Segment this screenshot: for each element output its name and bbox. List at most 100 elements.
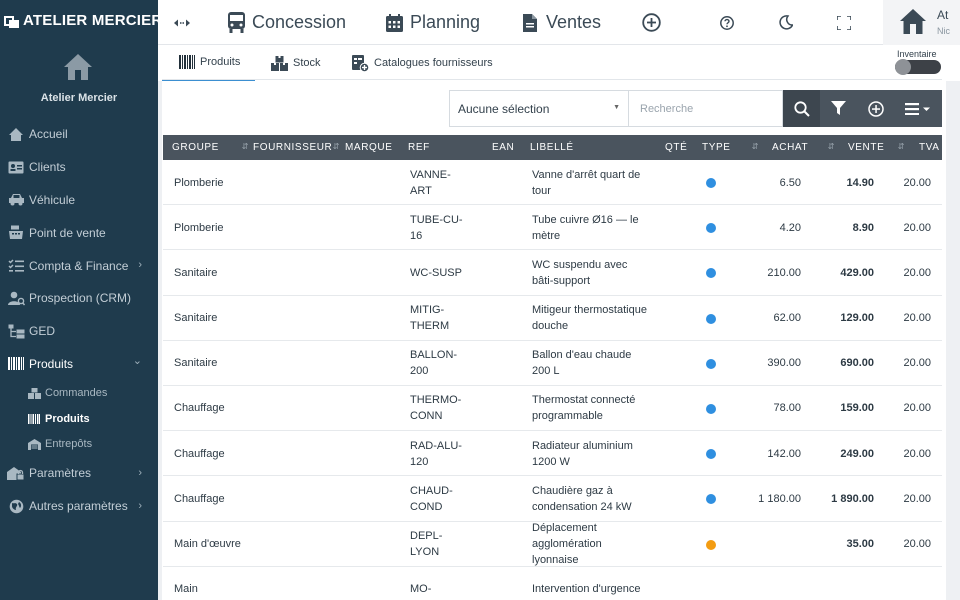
cell-groupe: Chauffage — [174, 447, 225, 460]
cell-tva: 20.00 — [903, 402, 931, 415]
cell-groupe: Plomberie — [174, 221, 224, 234]
inventaire-toggle[interactable] — [895, 59, 941, 75]
boxes-icon — [28, 387, 42, 399]
sidebar-item-point-de-vente[interactable]: Point de vente — [0, 216, 158, 249]
cell-ref: THERMO-CONN — [410, 394, 462, 423]
cash-register-icon — [7, 225, 25, 241]
folder-tree-icon — [7, 323, 25, 339]
col-ean[interactable]: EAN — [492, 135, 528, 160]
tab-catalogues-fournisseurs[interactable]: Catalogues fournisseurs — [352, 45, 493, 81]
brand[interactable]: ATELIER MERCIER — [4, 12, 162, 29]
collapse-sidebar-button[interactable] — [174, 0, 190, 45]
sidebar: ATELIER MERCIER Atelier Mercier Accueil … — [0, 0, 162, 600]
cell-achat: 390.00 — [767, 357, 801, 370]
table-row[interactable]: Plomberie TUBE-CU-16 Tube cuivre Ø16 — le … — [163, 205, 942, 251]
cell-tva: 20.00 — [903, 221, 931, 234]
search-button[interactable] — [783, 90, 820, 127]
sidebar-item-label: GED — [29, 324, 56, 339]
cell-tva: 20.00 — [903, 492, 931, 505]
table-row[interactable]: Sanitaire BALLON-200 Ballon d'eau chaude 2… — [163, 340, 942, 386]
sidebar-item-autres-parametres[interactable]: Autres paramètres › — [0, 490, 158, 523]
sidebar-item-label: Autres paramètres — [29, 499, 128, 514]
table-row[interactable]: Chauffage RAD-ALU-120 Radiateur aluminium … — [163, 431, 942, 477]
sidebar-subitem-produits[interactable]: Produits — [0, 406, 158, 432]
col-groupe[interactable]: GROUPE ⇵ — [172, 135, 252, 160]
cell-vente: 429.00 — [840, 266, 874, 279]
col-label: TYPE — [702, 142, 731, 153]
cell-tva: 20.00 — [903, 266, 931, 279]
settings-lock-icon — [7, 465, 25, 481]
cell-vente — [813, 567, 874, 600]
col-tva[interactable]: TVA — [919, 135, 942, 160]
sidebar-item-vehicule[interactable]: Véhicule — [0, 184, 158, 217]
user-home-icon — [900, 9, 926, 34]
sidebar-item-label: Paramètres — [29, 466, 92, 481]
table-row[interactable]: Plomberie VANNE-ART Vanne d'arrêt quart de… — [163, 160, 942, 206]
type-dot — [706, 178, 716, 188]
selection-dropdown[interactable]: Aucune sélection ▼ — [449, 90, 629, 127]
nav-ventes[interactable]: Ventes — [523, 0, 601, 45]
menu-dropdown-button[interactable] — [894, 90, 942, 127]
col-qte[interactable]: QTÉ — [665, 135, 695, 160]
sidebar-item-clients[interactable]: Clients — [0, 151, 158, 184]
col-type[interactable]: TYPE ⇵ — [702, 135, 762, 160]
type-dot — [706, 358, 716, 369]
table-row[interactable]: Sanitaire MITIG-THERM Mitigeur thermostati… — [163, 295, 942, 341]
sidebar-item-produits[interactable]: Produits ⌄ — [0, 348, 158, 381]
sort-icon: ⇵ — [332, 142, 340, 151]
col-marque[interactable]: MARQUE — [345, 135, 405, 160]
table-row[interactable]: Main MO- Intervention d'urgence — [163, 566, 942, 600]
table-row[interactable]: Sanitaire WC-SUSP WC suspendu avec bâti-su… — [163, 250, 942, 296]
col-vente[interactable]: VENTE ⇵ — [848, 135, 908, 160]
table-row[interactable]: Main d'œuvre DEPL-LYON Déplacement agglomé… — [163, 521, 942, 567]
bus-icon — [228, 12, 245, 33]
cell-libelle: Tube cuivre Ø16 — le mètre — [532, 213, 639, 242]
type-dot — [706, 403, 716, 414]
sidebar-subitem-entrepots[interactable]: Entrepôts — [0, 431, 158, 457]
col-achat[interactable]: ACHAT ⇵ — [772, 135, 838, 160]
user-search-icon — [7, 290, 25, 306]
cell-tva — [900, 567, 931, 600]
table-row[interactable]: Chauffage THERMO-CONN Thermostat connecté … — [163, 385, 942, 432]
sidebar-item-compta-finance[interactable]: Compta & Finance › — [0, 249, 158, 282]
search-input[interactable] — [629, 90, 783, 127]
cell-ref: RAD-ALU-120 — [410, 439, 462, 468]
sidebar-item-label: Point de vente — [29, 225, 106, 240]
cell-libelle: Déplacement agglomération lyonnaise — [532, 522, 602, 566]
sidebar-item-ged[interactable]: GED — [0, 315, 158, 348]
add-button[interactable] — [642, 0, 661, 45]
cell-achat: 210.00 — [767, 266, 801, 279]
cell-libelle: Thermostat connecté programmable — [532, 394, 636, 423]
toggle-knob — [895, 59, 911, 75]
sidebar-subitem-commandes[interactable]: Commandes — [0, 380, 158, 406]
table-row[interactable]: Chauffage CHAUD-COND Chaudière gaz à conde… — [163, 476, 942, 522]
cell-libelle: Ballon d'eau chaude 200 L — [532, 349, 632, 378]
company-home-icon — [64, 54, 92, 80]
col-label: MARQUE — [345, 142, 393, 153]
search-icon — [793, 100, 810, 117]
col-libelle[interactable]: LIBELLÉ — [530, 135, 680, 160]
sidebar-item-label: Produits — [29, 356, 74, 371]
add-product-button[interactable] — [857, 90, 894, 127]
tab-produits[interactable]: Produits — [162, 45, 255, 81]
sidebar-item-prospection[interactable]: Prospection (CRM) — [0, 282, 158, 315]
sidebar-item-accueil[interactable]: Accueil — [0, 118, 158, 151]
col-label: FOURNISSEUR — [253, 142, 333, 153]
brand-logo-icon — [4, 13, 19, 28]
dark-mode-button[interactable] — [779, 0, 793, 45]
fullscreen-button[interactable] — [837, 0, 851, 45]
col-fournisseur[interactable]: FOURNISSEUR ⇵ — [253, 135, 343, 160]
sidebar-item-parametres[interactable]: Paramètres › — [0, 457, 158, 490]
nav-concession[interactable]: Concession — [227, 0, 346, 45]
cell-achat — [743, 522, 801, 567]
tab-stock[interactable]: Stock — [271, 45, 321, 81]
help-button[interactable] — [720, 0, 734, 45]
nav-planning[interactable]: Planning — [386, 0, 480, 45]
filter-button[interactable] — [820, 90, 857, 127]
company-name: Atelier Mercier — [40, 92, 118, 104]
warehouse-icon — [28, 438, 42, 450]
cell-libelle: WC suspendu avec bâti-support — [532, 258, 628, 287]
user-menu[interactable]: At Nic — [883, 0, 960, 45]
cell-tva: 20.00 — [903, 312, 931, 325]
col-ref[interactable]: REF — [408, 135, 488, 160]
